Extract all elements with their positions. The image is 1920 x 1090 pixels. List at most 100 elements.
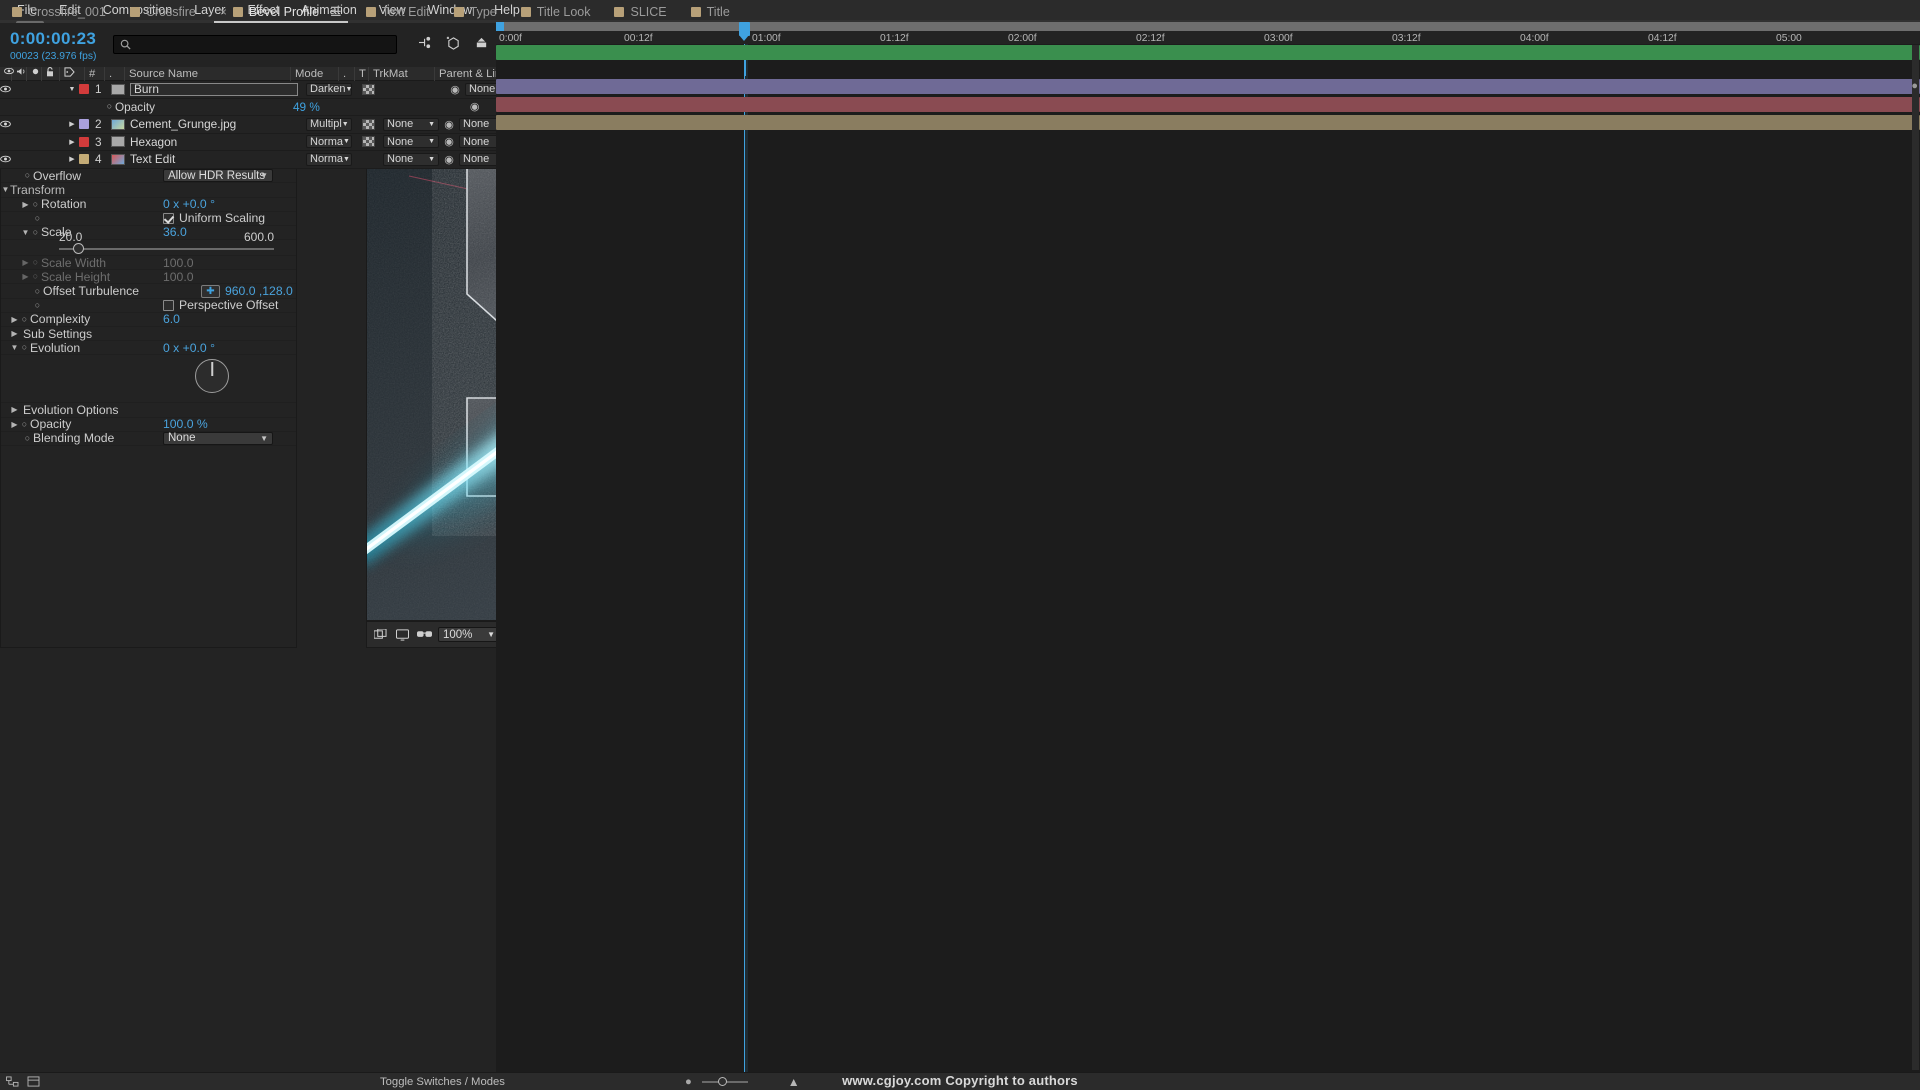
value-rotation[interactable]: 0 x +0.0 ° [163,197,215,211]
panel-menu-icon[interactable]: ☰ [330,4,342,20]
layer-name[interactable]: Hexagon [130,135,298,149]
header-mode[interactable]: Mode [291,66,339,81]
value-opacity[interactable]: 100.0 % [163,417,208,431]
parent-pickwhip-icon[interactable]: ◉ [439,118,459,131]
current-time-indicator[interactable] [739,22,750,41]
header-label-color[interactable] [60,66,85,81]
stopwatch-icon[interactable] [19,342,30,353]
timeline-tab-title[interactable]: Title [679,1,742,23]
layer-name-input[interactable]: Burn [130,82,298,96]
stopwatch-icon[interactable] [32,286,43,297]
layer-bar-text-edit[interactable] [496,115,1920,130]
row-opacity[interactable]: Opacity 100.0 % [1,417,296,432]
timeline-track-area[interactable] [496,44,1920,1090]
chevron-right-icon[interactable] [10,315,19,324]
perspective-offset-checkbox[interactable] [163,299,174,311]
value-offset-turbulence[interactable]: 960.0 ,128.0 [225,284,293,298]
layer-bar-burn[interactable] [496,45,1920,60]
parent-pickwhip-icon[interactable]: ◉ [439,153,459,166]
timeline-tab-crossfire-001[interactable]: Crossfire_001 [0,1,118,23]
stopwatch-icon[interactable] [32,300,43,311]
row-evolution-options[interactable]: Evolution Options [1,403,296,418]
stopwatch-icon[interactable] [22,433,33,444]
dropdown-overflow[interactable]: Allow HDR Results ▼ [163,169,273,183]
chevron-down-icon[interactable]: ▼ [65,86,79,93]
parent-pickwhip-icon[interactable]: ◉ [470,100,480,113]
checkbox-perspective-offset-group[interactable]: Perspective Offset [163,298,278,312]
value-evolution[interactable]: 0 x +0.0 ° [163,341,215,355]
header-audio-toggle[interactable] [12,66,27,81]
timeline-tab-crossfire[interactable]: Crossfire [118,1,208,23]
parent-pickwhip-icon[interactable]: ◉ [439,135,459,148]
chevron-down-icon[interactable] [10,343,19,352]
chevron-right-icon[interactable]: ▶ [65,155,79,163]
composition-mini-flowchart-icon[interactable] [418,36,433,50]
header-solo-toggle[interactable] [27,66,42,81]
chevron-right-icon[interactable] [10,329,19,338]
row-blending-mode[interactable]: Blending Mode None ▼ [1,431,296,446]
layer-visibility-toggle[interactable] [0,120,17,128]
layer-blend-mode-dropdown[interactable]: Norma ▼ [306,152,352,166]
work-area-start-handle[interactable] [496,22,504,31]
layer-matte-icon[interactable] [362,83,375,95]
layer-visibility-toggle[interactable] [0,85,17,93]
dropdown-blending-mode[interactable]: None ▼ [163,431,273,445]
evolution-dial-row[interactable] [1,359,296,404]
chevron-right-icon[interactable]: ▶ [65,120,79,128]
layer-visibility-toggle[interactable] [0,155,17,163]
scale-slider-knob[interactable] [73,243,84,255]
layer-label-color[interactable] [79,119,89,130]
header-dot[interactable]: . [105,66,125,81]
row-complexity[interactable]: Complexity 6.0 [1,312,296,327]
layer-bar-hexagon[interactable] [496,97,1920,112]
header-mode-dot[interactable]: . [339,66,355,81]
stopwatch-icon[interactable] [32,213,43,224]
layer-bar-cement-grunge[interactable] [496,79,1920,94]
work-area-bar[interactable] [496,22,1920,31]
header-lock-toggle[interactable] [42,66,60,81]
checkbox-uniform-scaling-group[interactable]: Uniform Scaling [163,211,265,225]
row-sub-settings[interactable]: Sub Settings [1,327,296,342]
chevron-right-icon[interactable] [21,200,30,209]
header-t[interactable]: T [355,66,369,81]
chevron-down-icon[interactable] [1,185,10,194]
row-evolution[interactable]: Evolution 0 x +0.0 ° [1,341,296,356]
row-overflow[interactable]: Overflow Allow HDR Results ▼ [1,169,296,184]
timeline-tab-text-edit[interactable]: Text Edit [354,1,442,23]
layer-matte-icon[interactable] [362,118,375,130]
layer-name[interactable]: Text Edit [130,152,298,166]
current-time-display[interactable]: 0:00:00:23 [10,29,96,49]
timeline-tab-bevel-profile[interactable]: × Bevel Profile ☰ [208,1,354,23]
header-video-toggle[interactable] [0,66,14,81]
always-preview-icon[interactable] [372,627,389,642]
stopwatch-icon[interactable] [30,199,41,210]
evolution-dial[interactable] [195,359,229,394]
chevron-down-icon[interactable] [21,228,30,237]
chevron-right-icon[interactable] [10,420,19,429]
layer-blend-mode-dropdown[interactable]: Norma ▼ [306,135,352,149]
value-complexity[interactable]: 6.0 [163,312,180,326]
chevron-right-icon[interactable]: ▶ [65,138,79,146]
row-perspective-offset[interactable]: Perspective Offset [1,298,296,313]
parent-pickwhip-icon[interactable]: ◉ [445,83,465,96]
timeline-tab-title-look[interactable]: Title Look [509,1,603,23]
header-index[interactable]: # [85,66,105,81]
opacity-keyframe-marker[interactable] [744,60,746,76]
track-scrollbar[interactable] [1912,45,1919,1070]
layer-label-color[interactable] [79,84,89,95]
comp-marker-icon[interactable]: ● [1911,80,1918,92]
timeline-tab-type[interactable]: Type [442,1,509,23]
3d-glasses-icon[interactable] [416,627,433,642]
header-trkmat[interactable]: TrkMat [369,66,435,81]
header-source-name[interactable]: Source Name [125,66,291,81]
stopwatch-icon[interactable] [22,170,33,181]
layer-blend-mode-dropdown[interactable]: Multipl ▼ [306,117,352,131]
stopwatch-icon[interactable] [19,419,30,430]
draft-3d-icon[interactable] [446,36,461,50]
scale-slider-track[interactable] [59,248,274,251]
row-offset-turbulence[interactable]: Offset Turbulence ✚ 960.0 ,128.0 [1,284,296,299]
row-rotation[interactable]: Rotation 0 x +0.0 ° [1,197,296,212]
layer-trkmat-dropdown[interactable]: None ▼ [383,117,439,131]
layer-trkmat-dropdown[interactable]: None ▼ [383,152,439,166]
timeline-ruler[interactable]: 0:00f 00:12f 01:00f 01:12f 02:00f 02:12f… [496,22,1920,49]
